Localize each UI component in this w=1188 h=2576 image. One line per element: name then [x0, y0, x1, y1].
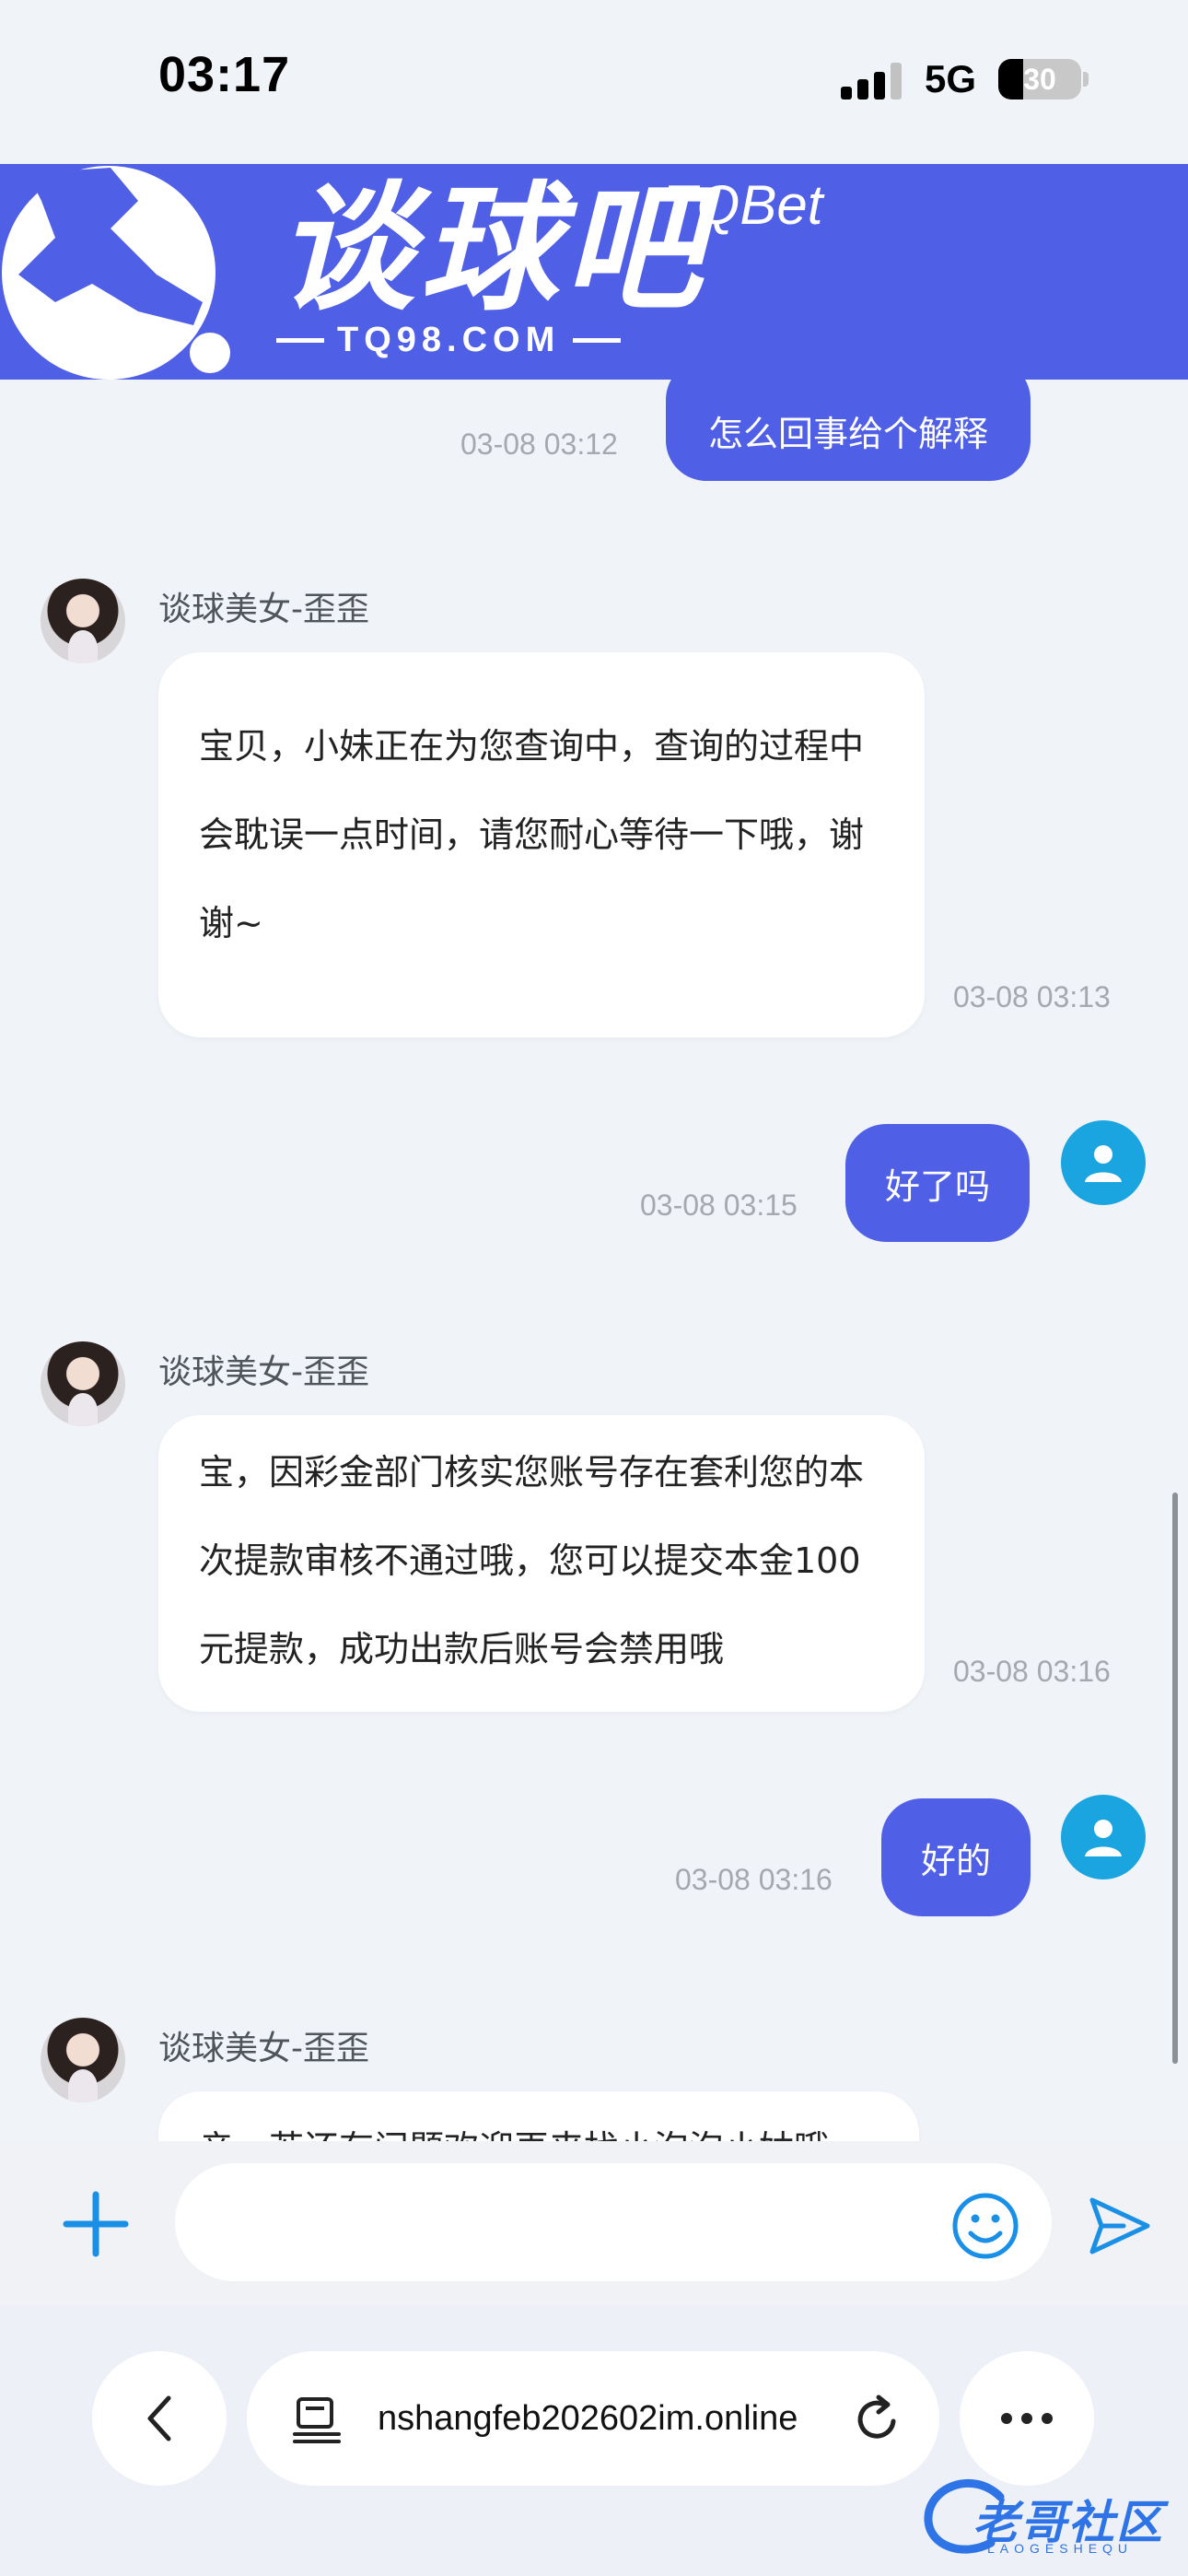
brand-name: 谈球吧 [276, 170, 708, 330]
tabs-icon[interactable] [291, 2394, 343, 2445]
network-type: 5G [925, 57, 977, 100]
send-icon[interactable] [1087, 2193, 1153, 2259]
url-text[interactable]: nshangfeb202602im.online [378, 2351, 798, 2486]
message-line: 谢~ [199, 903, 263, 943]
message-time: 03-08 03:12 [460, 427, 618, 461]
brand-english-name: TQBet [663, 174, 823, 236]
watermark-logo: 老哥社区 LAOGESHEQU [917, 2469, 1184, 2561]
user-message-bubble: 好的 [881, 1798, 1031, 1916]
message-text: 怎么回事给个解释 [707, 413, 988, 454]
agent-name: 谈球美女-歪歪 [158, 1353, 369, 1391]
message-time: 03-08 03:15 [640, 1188, 798, 1222]
cellular-signal-icon [841, 63, 905, 100]
user-icon [1085, 1820, 1122, 1856]
battery-icon: 30 [998, 59, 1081, 100]
status-bar: 03:17 5G 30 [0, 0, 1188, 164]
user-message-bubble: 怎么回事给个解释 [666, 380, 1031, 481]
user-avatar[interactable] [1061, 1795, 1146, 1879]
more-button[interactable] [960, 2351, 1094, 2486]
message-time: 03-08 03:16 [675, 1863, 833, 1896]
address-bar[interactable]: nshangfeb202602im.online [247, 2351, 939, 2486]
agent-message-bubble: 亲，若还有问题欢迎再来找小泡泡小姑哦 [158, 2091, 919, 2141]
user-avatar[interactable] [1061, 1120, 1146, 1205]
more-icon [1001, 2413, 1053, 2424]
battery-level: 30 [1023, 63, 1056, 96]
message-line: 元提款，成功出款后账号会禁用哦 [199, 1629, 725, 1669]
agent-name: 谈球美女-歪歪 [158, 2030, 369, 2067]
brand-url: TQ98.COM [276, 317, 645, 363]
agent-name: 谈球美女-歪歪 [158, 591, 369, 628]
status-time: 03:17 [158, 47, 291, 102]
chevron-left-icon [147, 2395, 171, 2441]
chat-scrollbar[interactable] [1172, 1493, 1178, 2064]
message-line: 宝贝，小妹正在为您查询中，查询的过程中 [199, 726, 865, 767]
user-message-bubble: 好了吗 [845, 1124, 1030, 1242]
user-icon [1085, 1145, 1122, 1182]
plus-icon[interactable] [59, 2187, 133, 2261]
message-line: 会耽误一点时间，请您耐心等待一下哦，谢 [199, 814, 865, 855]
brand-banner: 谈球吧 TQBet TQ98.COM [0, 164, 1188, 380]
message-line: 次提款审核不通过哦，您可以提交本金100 [199, 1540, 861, 1581]
message-time: 03-08 03:16 [953, 1655, 1111, 1688]
brand-url-text: TQ98.COM [337, 320, 561, 359]
battery-nub [1083, 72, 1089, 87]
agent-message-bubble: 宝贝，小妹正在为您查询中，查询的过程中 会耽误一点时间，请您耐心等待一下哦，谢 … [158, 652, 925, 1037]
message-text: 好了吗 [884, 1165, 990, 1207]
emoji-icon[interactable] [950, 2191, 1020, 2261]
back-button[interactable] [92, 2351, 227, 2486]
message-line: 宝，因彩金部门核实您账号存在套利您的本 [199, 1452, 865, 1493]
message-input-bar [0, 2141, 1188, 2305]
message-line: 亲，若还有问题欢迎再来找小泡泡小姑哦 [199, 2104, 879, 2141]
message-text: 好的 [920, 1840, 991, 1881]
divider-line [573, 337, 622, 343]
reload-icon[interactable] [853, 2394, 903, 2443]
brand-logo-icon [2, 166, 230, 380]
message-input[interactable] [175, 2163, 1052, 2281]
message-time: 03-08 03:13 [953, 980, 1111, 1013]
chat-history[interactable]: 怎么回事给个解释 03-08 03:12 谈球美女-歪歪 宝贝，小妹正在为您查询… [0, 380, 1188, 2141]
watermark-subtext: LAOGESHEQU [987, 2541, 1134, 2556]
agent-avatar[interactable] [41, 579, 125, 663]
divider-line [276, 337, 324, 343]
agent-message-bubble: 宝，因彩金部门核实您账号存在套利您的本 次提款审核不通过哦，您可以提交本金100… [158, 1415, 925, 1712]
agent-avatar[interactable] [41, 2018, 125, 2102]
agent-avatar[interactable] [41, 1341, 125, 1426]
